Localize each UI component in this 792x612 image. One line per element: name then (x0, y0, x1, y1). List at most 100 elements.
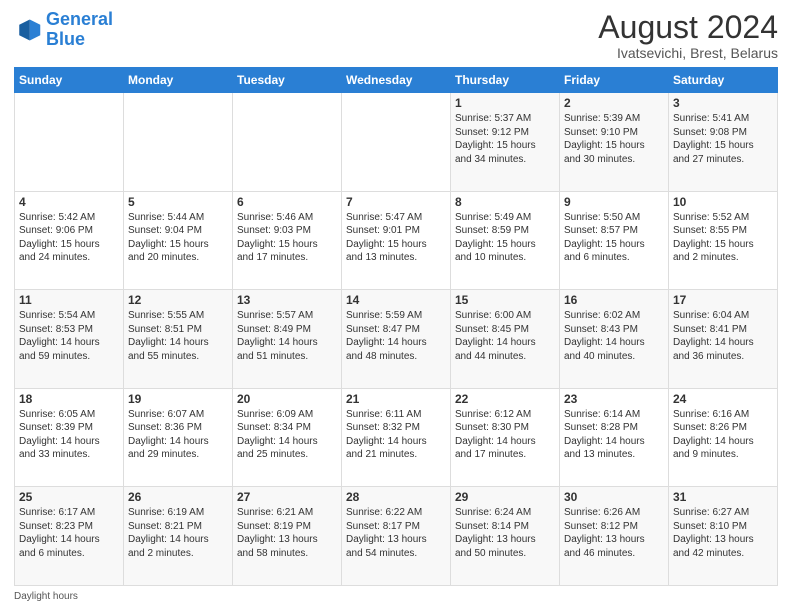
day-info: Sunrise: 6:09 AM Sunset: 8:34 PM Dayligh… (237, 408, 337, 462)
day-info: Sunrise: 6:26 AM Sunset: 8:12 PM Dayligh… (564, 506, 664, 560)
calendar-cell: 29Sunrise: 6:24 AM Sunset: 8:14 PM Dayli… (451, 487, 560, 586)
day-info: Sunrise: 5:59 AM Sunset: 8:47 PM Dayligh… (346, 309, 446, 363)
day-info: Sunrise: 6:22 AM Sunset: 8:17 PM Dayligh… (346, 506, 446, 560)
day-info: Sunrise: 6:16 AM Sunset: 8:26 PM Dayligh… (673, 408, 773, 462)
day-info: Sunrise: 5:50 AM Sunset: 8:57 PM Dayligh… (564, 211, 664, 265)
day-number: 7 (346, 195, 446, 209)
calendar-cell: 25 Sunrise: 6:17 AM Sunset: 8:23 PM Dayli… (15, 487, 124, 586)
day-number: 13 (237, 293, 337, 307)
calendar-cell: 27Sunrise: 6:21 AM Sunset: 8:19 PM Dayli… (233, 487, 342, 586)
col-monday: Monday (124, 68, 233, 93)
calendar-cell: 18Sunrise: 6:05 AM Sunset: 8:39 PM Dayli… (15, 388, 124, 487)
day-number: 8 (455, 195, 555, 209)
footer: Daylight hours (14, 591, 778, 602)
day-number: 12 (128, 293, 228, 307)
day-info: Sunrise: 5:46 AM Sunset: 9:03 PM Dayligh… (237, 211, 337, 265)
day-info: Sunrise: 5:54 AM Sunset: 8:53 PM Dayligh… (19, 309, 119, 363)
day-number: 22 (455, 392, 555, 406)
col-saturday: Saturday (669, 68, 778, 93)
day-info: Sunrise: 6:17 AM Sunset: 8:23 PM Dayligh… (19, 506, 119, 560)
day-number: 23 (564, 392, 664, 406)
day-info: Sunrise: 5:39 AM Sunset: 9:10 PM Dayligh… (564, 112, 664, 166)
day-number: 5 (128, 195, 228, 209)
day-info: Sunrise: 6:07 AM Sunset: 8:36 PM Dayligh… (128, 408, 228, 462)
calendar-table: Sunday Monday Tuesday Wednesday Thursday… (14, 67, 778, 586)
day-info: Sunrise: 6:02 AM Sunset: 8:43 PM Dayligh… (564, 309, 664, 363)
calendar-cell: 30Sunrise: 6:26 AM Sunset: 8:12 PM Dayli… (560, 487, 669, 586)
title-block: August 2024 Ivatsevichi, Brest, Belarus (598, 10, 778, 61)
week-row-5: 25 Sunrise: 6:17 AM Sunset: 8:23 PM Dayli… (15, 487, 778, 586)
calendar-cell: 13Sunrise: 5:57 AM Sunset: 8:49 PM Dayli… (233, 290, 342, 389)
col-sunday: Sunday (15, 68, 124, 93)
logo-text: General Blue (46, 10, 113, 50)
calendar-cell: 4Sunrise: 5:42 AM Sunset: 9:06 PM Daylig… (15, 191, 124, 290)
col-tuesday: Tuesday (233, 68, 342, 93)
calendar-cell: 5 Sunrise: 5:44 AM Sunset: 9:04 PM Daylig… (124, 191, 233, 290)
day-number: 20 (237, 392, 337, 406)
day-number: 6 (237, 195, 337, 209)
calendar-cell (342, 93, 451, 192)
day-info: Sunrise: 5:44 AM Sunset: 9:04 PM Dayligh… (128, 211, 228, 265)
calendar-cell: 8Sunrise: 5:49 AM Sunset: 8:59 PM Daylig… (451, 191, 560, 290)
calendar-cell: 28 Sunrise: 6:22 AM Sunset: 8:17 PM Dayli… (342, 487, 451, 586)
week-row-3: 11Sunrise: 5:54 AM Sunset: 8:53 PM Dayli… (15, 290, 778, 389)
calendar-cell: 9 Sunrise: 5:50 AM Sunset: 8:57 PM Daylig… (560, 191, 669, 290)
calendar-cell: 24 Sunrise: 6:16 AM Sunset: 8:26 PM Dayli… (669, 388, 778, 487)
day-number: 31 (673, 490, 773, 504)
day-number: 26 (128, 490, 228, 504)
calendar-cell: 10Sunrise: 5:52 AM Sunset: 8:55 PM Dayli… (669, 191, 778, 290)
week-row-1: 1 Sunrise: 5:37 AM Sunset: 9:12 PM Daylig… (15, 93, 778, 192)
col-wednesday: Wednesday (342, 68, 451, 93)
day-number: 24 (673, 392, 773, 406)
day-number: 9 (564, 195, 664, 209)
day-info: Sunrise: 6:14 AM Sunset: 8:28 PM Dayligh… (564, 408, 664, 462)
calendar-cell: 1 Sunrise: 5:37 AM Sunset: 9:12 PM Daylig… (451, 93, 560, 192)
day-info: Sunrise: 5:41 AM Sunset: 9:08 PM Dayligh… (673, 112, 773, 166)
calendar-cell (124, 93, 233, 192)
header: General Blue August 2024 Ivatsevichi, Br… (14, 10, 778, 61)
logo: General Blue (14, 10, 113, 50)
calendar-cell: 20 Sunrise: 6:09 AM Sunset: 8:34 PM Dayli… (233, 388, 342, 487)
calendar-cell: 21Sunrise: 6:11 AM Sunset: 8:32 PM Dayli… (342, 388, 451, 487)
logo-line2: Blue (46, 29, 85, 49)
day-number: 16 (564, 293, 664, 307)
day-number: 25 (19, 490, 119, 504)
calendar-cell: 15Sunrise: 6:00 AM Sunset: 8:45 PM Dayli… (451, 290, 560, 389)
calendar-cell: 14 Sunrise: 5:59 AM Sunset: 8:47 PM Dayli… (342, 290, 451, 389)
day-number: 21 (346, 392, 446, 406)
col-thursday: Thursday (451, 68, 560, 93)
header-row: Sunday Monday Tuesday Wednesday Thursday… (15, 68, 778, 93)
day-number: 1 (455, 96, 555, 110)
day-info: Sunrise: 6:21 AM Sunset: 8:19 PM Dayligh… (237, 506, 337, 560)
logo-icon (14, 16, 42, 44)
day-info: Sunrise: 6:04 AM Sunset: 8:41 PM Dayligh… (673, 309, 773, 363)
day-number: 28 (346, 490, 446, 504)
calendar-cell: 26 Sunrise: 6:19 AM Sunset: 8:21 PM Dayli… (124, 487, 233, 586)
day-info: Sunrise: 5:47 AM Sunset: 9:01 PM Dayligh… (346, 211, 446, 265)
calendar-cell: 23 Sunrise: 6:14 AM Sunset: 8:28 PM Dayli… (560, 388, 669, 487)
calendar-cell: 17 Sunrise: 6:04 AM Sunset: 8:41 PM Dayli… (669, 290, 778, 389)
day-number: 17 (673, 293, 773, 307)
week-row-2: 4Sunrise: 5:42 AM Sunset: 9:06 PM Daylig… (15, 191, 778, 290)
calendar-cell: 7 Sunrise: 5:47 AM Sunset: 9:01 PM Daylig… (342, 191, 451, 290)
day-number: 14 (346, 293, 446, 307)
day-info: Sunrise: 6:19 AM Sunset: 8:21 PM Dayligh… (128, 506, 228, 560)
calendar-cell: 31 Sunrise: 6:27 AM Sunset: 8:10 PM Dayli… (669, 487, 778, 586)
day-number: 15 (455, 293, 555, 307)
day-info: Sunrise: 5:55 AM Sunset: 8:51 PM Dayligh… (128, 309, 228, 363)
calendar-cell: 6 Sunrise: 5:46 AM Sunset: 9:03 PM Daylig… (233, 191, 342, 290)
calendar-cell: 16 Sunrise: 6:02 AM Sunset: 8:43 PM Dayli… (560, 290, 669, 389)
day-info: Sunrise: 6:27 AM Sunset: 8:10 PM Dayligh… (673, 506, 773, 560)
day-info: Sunrise: 5:37 AM Sunset: 9:12 PM Dayligh… (455, 112, 555, 166)
calendar-cell: 12 Sunrise: 5:55 AM Sunset: 8:51 PM Dayli… (124, 290, 233, 389)
calendar-cell (15, 93, 124, 192)
main-title: August 2024 (598, 10, 778, 45)
calendar-cell: 22Sunrise: 6:12 AM Sunset: 8:30 PM Dayli… (451, 388, 560, 487)
day-number: 29 (455, 490, 555, 504)
calendar-cell: 11Sunrise: 5:54 AM Sunset: 8:53 PM Dayli… (15, 290, 124, 389)
subtitle: Ivatsevichi, Brest, Belarus (598, 45, 778, 61)
day-info: Sunrise: 5:42 AM Sunset: 9:06 PM Dayligh… (19, 211, 119, 265)
calendar-cell: 2Sunrise: 5:39 AM Sunset: 9:10 PM Daylig… (560, 93, 669, 192)
day-number: 18 (19, 392, 119, 406)
day-number: 3 (673, 96, 773, 110)
